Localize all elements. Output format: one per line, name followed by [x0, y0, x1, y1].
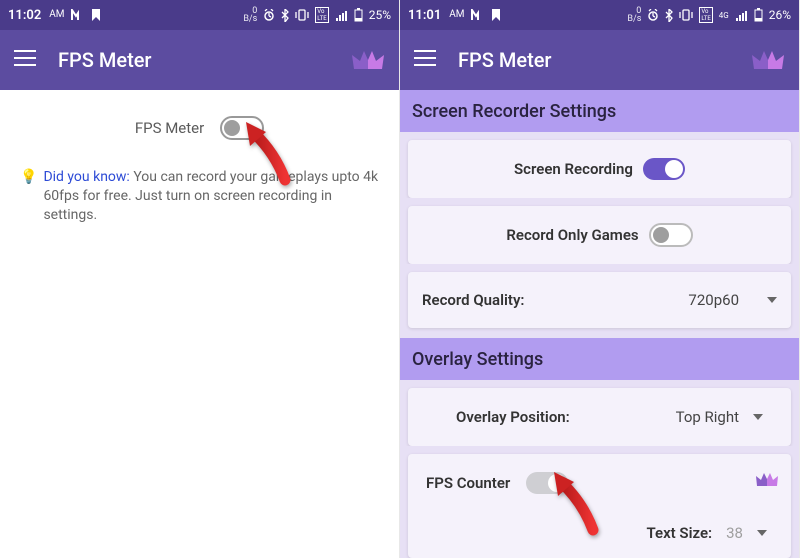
chevron-down-icon	[767, 297, 777, 303]
bluetooth-icon	[665, 9, 673, 22]
app-title: FPS Meter	[58, 48, 329, 72]
main-content-left: FPS Meter 💡 Did you know: You can record…	[0, 90, 399, 225]
phone-left: 11:02 AM 0B/s VoLTE	[0, 0, 400, 558]
master-toggle-label: FPS Meter	[135, 119, 204, 137]
phone-right: 11:01 AM 0B/s VoLTE 4G	[400, 0, 800, 558]
battery-icon	[354, 8, 363, 22]
bookmark-icon	[491, 9, 501, 21]
status-bar: 11:02 AM 0B/s VoLTE	[0, 0, 399, 30]
screen-recording-toggle[interactable]	[643, 158, 685, 180]
net-speed-indicator: 0B/s	[243, 7, 257, 23]
text-size-row[interactable]: Text Size: 38	[408, 512, 791, 554]
signal-icon	[335, 10, 348, 21]
card-record-only-games: Record Only Games	[408, 206, 791, 264]
text-size-label: Text Size:	[646, 524, 712, 542]
chevron-down-icon	[753, 414, 763, 420]
clock-time: 11:02	[8, 8, 41, 23]
alarm-icon	[647, 9, 659, 21]
battery-percent: 26%	[769, 8, 791, 22]
volte-badge-icon: VoLTE	[699, 7, 712, 23]
clock-time: 11:01	[408, 8, 441, 23]
fps-counter-label: FPS Counter	[426, 474, 510, 492]
screen-recording-label: Screen Recording	[514, 160, 633, 178]
card-record-quality[interactable]: Record Quality: 720p60	[408, 272, 791, 328]
volte-badge-icon: VoLTE	[315, 7, 328, 23]
bluetooth-icon	[281, 9, 289, 22]
clock-ampm: AM	[49, 9, 64, 21]
record-only-games-toggle[interactable]	[649, 223, 693, 247]
app-title: FPS Meter	[458, 48, 729, 72]
card-overlay-position[interactable]: Overlay Position: Top Right	[408, 388, 791, 446]
overlay-position-value: Top Right	[676, 408, 739, 426]
fps-counter-toggle[interactable]	[526, 472, 568, 494]
vibrate-icon	[679, 9, 693, 21]
vibrate-icon	[295, 9, 309, 21]
m-logo-icon	[471, 9, 485, 21]
premium-crown-icon	[755, 470, 779, 492]
card-fps-counter: FPS Counter Text Size: 38	[408, 454, 791, 558]
fps-meter-toggle[interactable]	[220, 116, 264, 140]
app-bar: FPS Meter	[0, 30, 399, 90]
text-size-value: 38	[726, 524, 743, 542]
record-quality-value: 720p60	[688, 291, 739, 309]
net-speed-indicator: 0B/s	[627, 7, 641, 23]
battery-icon	[754, 8, 763, 22]
section-header-recorder: Screen Recorder Settings	[400, 90, 799, 132]
record-only-games-label: Record Only Games	[506, 226, 638, 244]
clock-ampm: AM	[449, 9, 464, 21]
battery-percent: 25%	[369, 8, 391, 22]
tip-row: 💡 Did you know: You can record your game…	[20, 168, 379, 225]
m-logo-icon	[71, 9, 85, 21]
alarm-icon	[263, 9, 275, 21]
status-bar: 11:01 AM 0B/s VoLTE 4G	[400, 0, 799, 30]
chevron-down-icon	[757, 530, 767, 536]
card-screen-recording: Screen Recording	[408, 140, 791, 198]
signal-icon	[735, 10, 748, 21]
tip-label: Did you know:	[43, 169, 129, 185]
bookmark-icon	[91, 9, 101, 21]
record-quality-label: Record Quality:	[422, 291, 524, 309]
menu-icon[interactable]	[414, 50, 436, 70]
app-bar: FPS Meter	[400, 30, 799, 90]
network-4g-icon: 4G	[719, 11, 729, 20]
premium-crown-icon[interactable]	[351, 47, 385, 73]
lightbulb-icon: 💡	[20, 168, 37, 225]
menu-icon[interactable]	[14, 50, 36, 70]
premium-crown-icon[interactable]	[751, 47, 785, 73]
overlay-position-label: Overlay Position:	[456, 408, 570, 426]
section-header-overlay: Overlay Settings	[400, 338, 799, 380]
main-content-right: Screen Recorder Settings Screen Recordin…	[400, 90, 799, 558]
